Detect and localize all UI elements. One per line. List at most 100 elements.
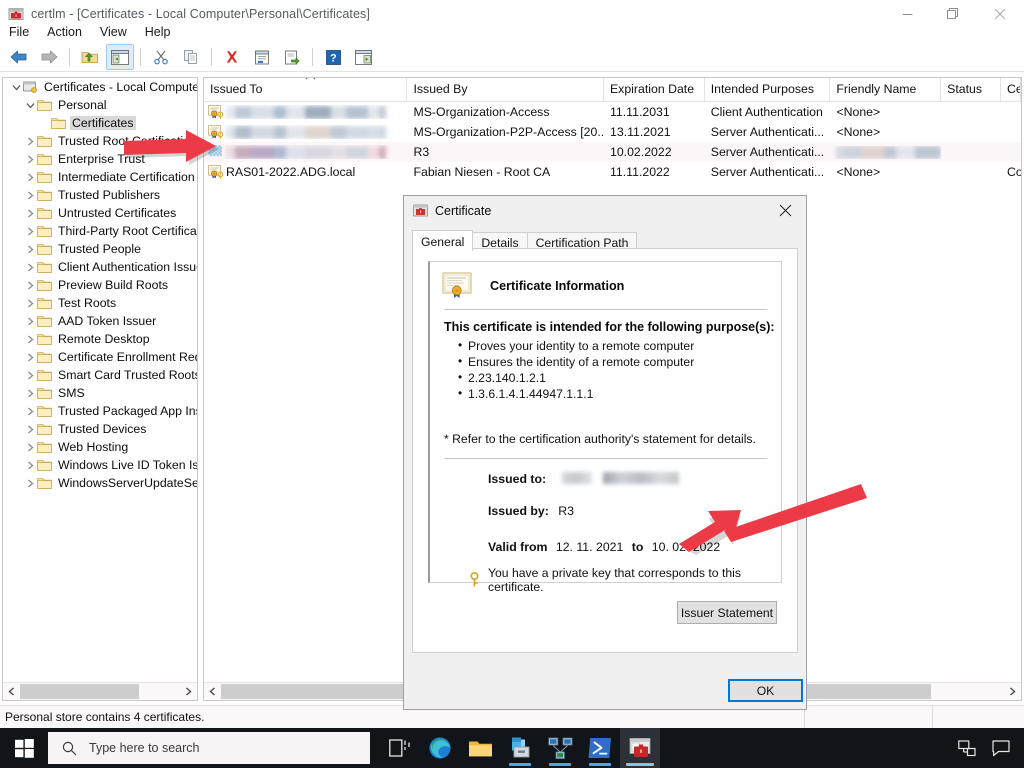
chevron-down-icon[interactable]: [23, 97, 37, 113]
tree-item-personal[interactable]: Personal: [3, 96, 197, 114]
column-header-status[interactable]: Status: [941, 78, 1002, 101]
tree-item-certificates[interactable]: Certificates: [3, 114, 197, 132]
help-icon[interactable]: ?: [319, 44, 347, 70]
up-folder-icon[interactable]: [76, 44, 104, 70]
copy-icon[interactable]: [177, 44, 205, 70]
column-header-intended-purposes[interactable]: Intended Purposes: [705, 78, 831, 101]
export-icon[interactable]: [278, 44, 306, 70]
tree-item-intermediate-certification-au[interactable]: Intermediate Certification Au: [3, 168, 197, 186]
menu-action[interactable]: Action: [38, 23, 91, 41]
properties-icon[interactable]: [248, 44, 276, 70]
scroll-left-icon[interactable]: [204, 683, 221, 700]
network-tray-icon[interactable]: [950, 728, 984, 768]
tree-item-label: Untrusted Certificates: [58, 206, 177, 220]
task-view-icon[interactable]: [380, 728, 420, 768]
forward-icon[interactable]: [35, 44, 63, 70]
tree-item-trusted-packaged-app-installa[interactable]: Trusted Packaged App Installa: [3, 402, 197, 420]
chevron-right-icon[interactable]: [23, 259, 37, 275]
chevron-right-icon[interactable]: [23, 367, 37, 383]
action-center-icon[interactable]: [984, 728, 1018, 768]
tree-item-client-authentication-issuers[interactable]: Client Authentication Issuers: [3, 258, 197, 276]
dialog-close-button[interactable]: [764, 196, 806, 225]
tree-scroll-thumb[interactable]: [20, 684, 139, 699]
chevron-right-icon[interactable]: [23, 475, 37, 491]
issued-to-field: Issued to:: [488, 472, 781, 486]
chevron-right-icon[interactable]: [23, 277, 37, 293]
windows-powershell-icon[interactable]: [580, 728, 620, 768]
chevron-right-icon[interactable]: [23, 403, 37, 419]
show-hide-tree-icon[interactable]: [106, 44, 134, 70]
tree-item-windows-live-id-token-issuer[interactable]: Windows Live ID Token Issuer: [3, 456, 197, 474]
table-row[interactable]: R3 10.02.2022 Server Authenticati...: [204, 142, 1021, 162]
scroll-right-icon[interactable]: [180, 683, 197, 700]
tree-item-label: Certificates: [70, 116, 136, 130]
chevron-right-icon[interactable]: [23, 295, 37, 311]
tree-item-enterprise-trust[interactable]: Enterprise Trust: [3, 150, 197, 168]
search-input[interactable]: Type here to search: [48, 732, 370, 764]
chevron-right-icon[interactable]: [23, 439, 37, 455]
tree-item-sms[interactable]: SMS: [3, 384, 197, 402]
cell-expiration-date: 10.02.2022: [610, 145, 672, 159]
table-row[interactable]: RAS01-2022.ADG.local Fabian Niesen - Root…: [204, 162, 1021, 182]
menu-file[interactable]: File: [0, 23, 38, 41]
menu-help[interactable]: Help: [136, 23, 180, 41]
chevron-right-icon[interactable]: [23, 331, 37, 347]
chevron-right-icon[interactable]: [23, 187, 37, 203]
tree-item-test-roots[interactable]: Test Roots: [3, 294, 197, 312]
tree-item-smart-card-trusted-roots[interactable]: Smart Card Trusted Roots: [3, 366, 197, 384]
tree-item-aad-token-issuer[interactable]: AAD Token Issuer: [3, 312, 197, 330]
chevron-right-icon[interactable]: [23, 457, 37, 473]
tree-item-untrusted-certificates[interactable]: Untrusted Certificates: [3, 204, 197, 222]
chevron-right-icon[interactable]: [23, 223, 37, 239]
delete-icon[interactable]: [218, 44, 246, 70]
menu-bar: File Action View Help: [0, 21, 1024, 44]
table-row[interactable]: MS-Organization-P2P-Access [20... 13.11.2…: [204, 122, 1021, 142]
network-console-icon[interactable]: [540, 728, 580, 768]
tree-scroll-track[interactable]: [20, 683, 180, 700]
issuer-statement-button[interactable]: Issuer Statement: [677, 601, 777, 624]
menu-view[interactable]: View: [91, 23, 136, 41]
back-icon[interactable]: [5, 44, 33, 70]
tab-details[interactable]: Details: [472, 232, 528, 250]
tree-item-trusted-root-certification-au[interactable]: Trusted Root Certification Au: [3, 132, 197, 150]
chevron-right-icon[interactable]: [23, 421, 37, 437]
tree-item-trusted-devices[interactable]: Trusted Devices: [3, 420, 197, 438]
chevron-right-icon[interactable]: [23, 385, 37, 401]
column-header-expiration-date[interactable]: Expiration Date: [604, 78, 705, 101]
microsoft-edge-icon[interactable]: [420, 728, 460, 768]
start-button[interactable]: [0, 728, 48, 768]
tree-item-preview-build-roots[interactable]: Preview Build Roots: [3, 276, 197, 294]
tree-item-remote-desktop[interactable]: Remote Desktop: [3, 330, 197, 348]
file-explorer-icon[interactable]: [460, 728, 500, 768]
chevron-right-icon[interactable]: [23, 241, 37, 257]
tab-general[interactable]: General: [412, 230, 474, 251]
certlm-console-icon[interactable]: [620, 728, 660, 768]
chevron-right-icon[interactable]: [23, 313, 37, 329]
tree-item-trusted-people[interactable]: Trusted People: [3, 240, 197, 258]
column-header-issued-by[interactable]: Issued By: [407, 78, 604, 101]
chevron-right-icon[interactable]: [23, 205, 37, 221]
ok-button[interactable]: OK: [728, 679, 803, 702]
chevron-down-icon[interactable]: [9, 79, 23, 95]
tree-item-trusted-publishers[interactable]: Trusted Publishers: [3, 186, 197, 204]
chevron-right-icon[interactable]: [23, 349, 37, 365]
cut-icon[interactable]: [147, 44, 175, 70]
tab-certification-path[interactable]: Certification Path: [526, 232, 638, 250]
tree-horizontal-scrollbar[interactable]: [3, 682, 197, 700]
table-row[interactable]: MS-Organization-Access 11.11.2031 Client A…: [204, 102, 1021, 122]
new-window-icon[interactable]: [349, 44, 377, 70]
tree-item-windowsserverupdateservice[interactable]: WindowsServerUpdateService: [3, 474, 197, 492]
server-manager-icon[interactable]: [500, 728, 540, 768]
tree-item-third-party-root-certification[interactable]: Third-Party Root Certification: [3, 222, 197, 240]
chevron-right-icon[interactable]: [23, 169, 37, 185]
chevron-right-icon[interactable]: [23, 133, 37, 149]
tree-item-certificate-enrollment-reques[interactable]: Certificate Enrollment Reques: [3, 348, 197, 366]
column-header-friendly-name[interactable]: Friendly Name: [830, 78, 942, 101]
scroll-left-icon[interactable]: [3, 683, 20, 700]
tree-item-web-hosting[interactable]: Web Hosting: [3, 438, 197, 456]
column-header-issued-to[interactable]: Issued To: [204, 78, 408, 101]
scroll-right-icon[interactable]: [1004, 683, 1021, 700]
column-header-ce[interactable]: Ce: [1001, 78, 1021, 101]
tree-root-certificates-local-computer[interactable]: Certificates - Local Computer: [3, 78, 197, 96]
chevron-right-icon[interactable]: [23, 151, 37, 167]
